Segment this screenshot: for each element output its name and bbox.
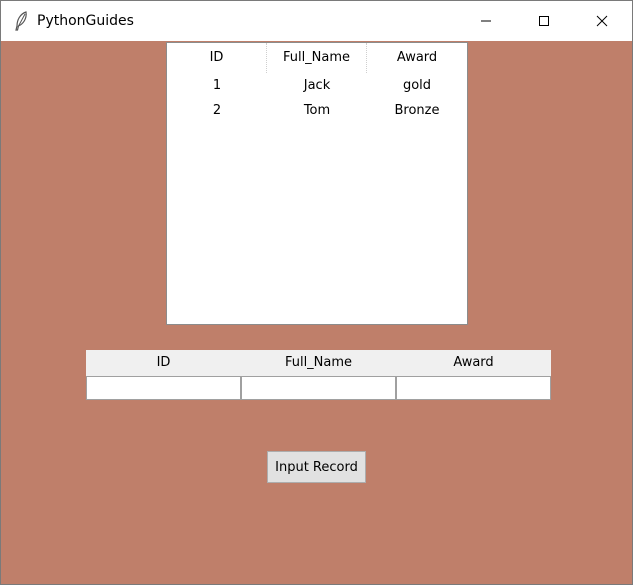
- app-window: PythonGuides ID Full_Name Award 1 Jack g…: [0, 0, 633, 585]
- minimize-icon: [480, 12, 492, 31]
- column-header-award[interactable]: Award: [367, 43, 467, 73]
- award-input[interactable]: [396, 376, 551, 400]
- close-button[interactable]: [573, 1, 631, 41]
- entry-labels-row: ID Full_Name Award: [86, 350, 551, 376]
- cell-id: 2: [212, 103, 222, 118]
- treeview-header: ID Full_Name Award: [167, 43, 467, 73]
- table-row[interactable]: 2 Tom Bronze: [167, 98, 467, 123]
- cell-full-name: Tom: [303, 103, 331, 118]
- client-area: ID Full_Name Award 1 Jack gold 2 Tom Bro…: [1, 41, 632, 584]
- full-name-input[interactable]: [241, 376, 396, 400]
- entry-inputs-row: [86, 376, 551, 400]
- table-row[interactable]: 1 Jack gold: [167, 73, 467, 98]
- column-header-full-name[interactable]: Full_Name: [267, 43, 367, 73]
- feather-icon: [13, 11, 31, 31]
- maximize-icon: [538, 12, 550, 31]
- id-label: ID: [156, 355, 171, 370]
- cell-full-name: Jack: [303, 78, 331, 93]
- award-label: Award: [453, 355, 494, 370]
- close-icon: [596, 12, 608, 31]
- minimize-button[interactable]: [457, 1, 515, 41]
- cell-award: Bronze: [394, 103, 440, 118]
- input-record-button[interactable]: Input Record: [267, 451, 366, 483]
- title-bar[interactable]: PythonGuides: [1, 1, 632, 41]
- column-header-id[interactable]: ID: [167, 43, 267, 73]
- cell-award: gold: [402, 78, 432, 93]
- record-entry-form: ID Full_Name Award: [86, 350, 551, 400]
- id-input[interactable]: [86, 376, 241, 400]
- maximize-button[interactable]: [515, 1, 573, 41]
- records-treeview[interactable]: ID Full_Name Award 1 Jack gold 2 Tom Bro…: [166, 42, 468, 325]
- window-title: PythonGuides: [37, 13, 134, 29]
- full-name-label: Full_Name: [284, 355, 353, 370]
- cell-id: 1: [212, 78, 222, 93]
